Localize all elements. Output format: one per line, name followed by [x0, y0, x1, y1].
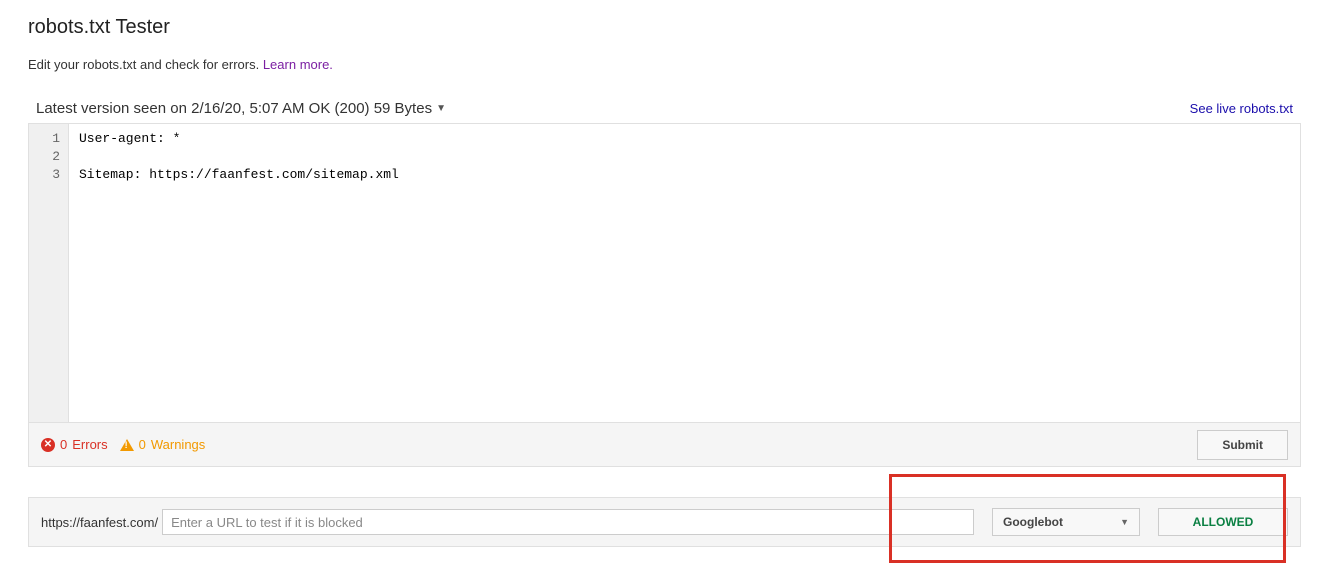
status-left: ✕ 0 Errors 0 Warnings	[41, 437, 205, 452]
page-title: robots.txt Tester	[28, 16, 1301, 39]
url-test-bar: https://faanfest.com/ Googlebot ▼ ALLOWE…	[28, 497, 1301, 547]
status-bar: ✕ 0 Errors 0 Warnings Submit	[29, 422, 1300, 466]
see-live-robots-link[interactable]: See live robots.txt	[1190, 101, 1293, 116]
error-icon: ✕	[41, 438, 55, 452]
warnings-count: 0	[139, 437, 146, 452]
code-content[interactable]: User-agent: * Sitemap: https://faanfest.…	[69, 124, 1300, 422]
line-number: 3	[29, 166, 68, 184]
submit-button[interactable]: Submit	[1197, 430, 1288, 460]
intro-copy: Edit your robots.txt and check for error…	[28, 57, 263, 72]
errors-label: Errors	[72, 437, 107, 452]
caret-down-icon: ▼	[436, 103, 446, 114]
code-line: User-agent: *	[79, 130, 1290, 148]
line-number: 2	[29, 148, 68, 166]
learn-more-link[interactable]: Learn more.	[263, 57, 333, 72]
code-editor[interactable]: 1 2 3 User-agent: * Sitemap: https://faa…	[29, 124, 1300, 422]
line-number: 1	[29, 130, 68, 148]
code-line	[79, 148, 1290, 166]
code-line: Sitemap: https://faanfest.com/sitemap.xm…	[79, 166, 1290, 184]
url-input[interactable]	[162, 509, 974, 535]
editor-wrapper: 1 2 3 User-agent: * Sitemap: https://faa…	[28, 123, 1301, 467]
test-result-button[interactable]: ALLOWED	[1158, 508, 1288, 536]
url-prefix: https://faanfest.com/	[41, 515, 162, 530]
bot-select[interactable]: Googlebot ▼	[992, 508, 1140, 536]
editor-gutter: 1 2 3	[29, 124, 69, 422]
version-dropdown[interactable]: Latest version seen on 2/16/20, 5:07 AM …	[36, 100, 446, 117]
warnings-label: Warnings	[151, 437, 205, 452]
caret-down-icon: ▼	[1120, 517, 1129, 527]
errors-badge: ✕ 0 Errors	[41, 437, 108, 452]
version-label: Latest version seen on 2/16/20, 5:07 AM …	[36, 100, 432, 117]
bot-selected-label: Googlebot	[1003, 515, 1063, 529]
warning-icon	[120, 439, 134, 451]
errors-count: 0	[60, 437, 67, 452]
warnings-badge: 0 Warnings	[120, 437, 206, 452]
version-bar: Latest version seen on 2/16/20, 5:07 AM …	[28, 100, 1301, 117]
intro-text: Edit your robots.txt and check for error…	[28, 57, 1301, 72]
